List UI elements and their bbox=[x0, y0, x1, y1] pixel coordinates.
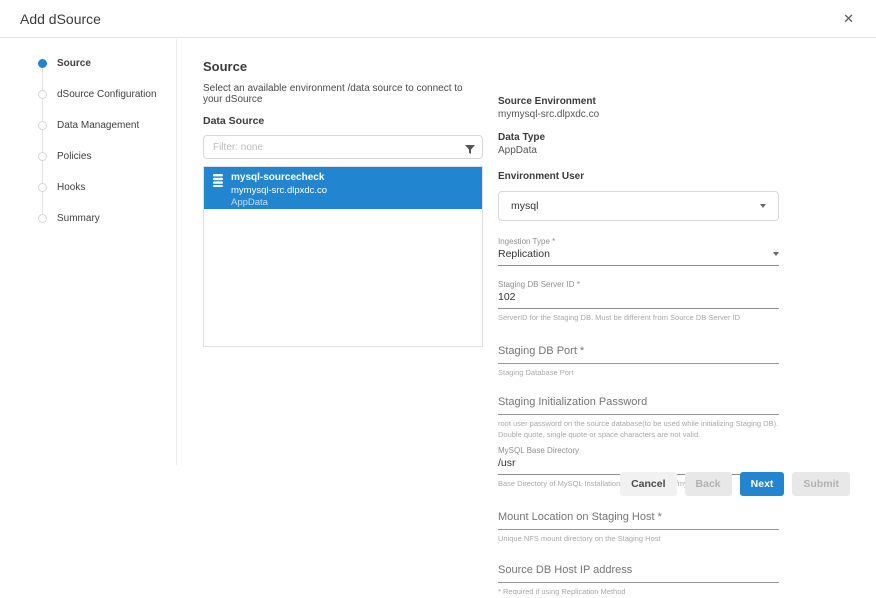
close-icon[interactable]: ✕ bbox=[843, 12, 854, 25]
environment-user-label: Environment User bbox=[498, 171, 585, 182]
step-summary[interactable]: Summary bbox=[0, 203, 176, 234]
step-hooks[interactable]: Hooks bbox=[0, 172, 176, 203]
footer-actions: Cancel Back Next Submit bbox=[620, 472, 850, 496]
step-dot-icon bbox=[38, 152, 47, 161]
mount-location-helper: Unique NFS mount directory on the Stagin… bbox=[498, 533, 661, 543]
staging-db-port-input[interactable]: Staging DB Port * bbox=[498, 345, 779, 364]
source-environment-info: Source Environment mymysql-src.dlpxdc.co bbox=[498, 96, 876, 120]
step-dsource-configuration[interactable]: dSource Configuration bbox=[0, 79, 176, 110]
source-details-panel: Source Environment mymysql-src.dlpxdc.co… bbox=[484, 39, 876, 596]
step-dot-icon bbox=[38, 121, 47, 130]
back-button[interactable]: Back bbox=[684, 472, 732, 496]
step-dot-icon bbox=[38, 183, 47, 192]
data-type-label: Data Type bbox=[498, 132, 546, 143]
staging-init-password-helper: root user password on the source databas… bbox=[498, 419, 779, 439]
ingestion-type-select[interactable]: Replication bbox=[498, 246, 779, 266]
source-environment-label: Source Environment bbox=[498, 96, 596, 107]
source-environment-value: mymysql-src.dlpxdc.co bbox=[498, 109, 600, 120]
staging-db-server-id-field: Staging DB Server ID * 102 ServerID for … bbox=[498, 280, 779, 324]
step-label: Policies bbox=[57, 151, 92, 162]
data-source-label: Data Source bbox=[203, 115, 265, 128]
filter-input[interactable] bbox=[203, 135, 483, 160]
data-source-environment: mymysql-src.dlpxdc.co bbox=[231, 185, 328, 197]
staging-init-password-input[interactable]: Staging Initialization Password bbox=[498, 396, 779, 415]
page-subtitle: Select an available environment /data so… bbox=[203, 83, 463, 106]
environment-user-value: mysql bbox=[511, 200, 539, 212]
staging-init-password-field: Staging Initialization Password root use… bbox=[498, 396, 779, 440]
data-source-type: AppData bbox=[231, 197, 268, 209]
dialog-body: Source dSource Configuration Data Manage… bbox=[0, 39, 876, 596]
submit-button[interactable]: Submit bbox=[792, 472, 850, 496]
data-source-name: mysql-sourcecheck bbox=[231, 172, 325, 184]
source-db-host-ip-field: Source DB Host IP address * Required if … bbox=[498, 564, 779, 598]
wizard-steps: Source dSource Configuration Data Manage… bbox=[0, 48, 176, 234]
mysql-base-directory-value: /usr bbox=[498, 457, 516, 469]
step-dot-icon bbox=[38, 59, 47, 68]
mysql-base-directory-label: MySQL Base Directory bbox=[498, 446, 580, 455]
data-type-info: Data Type AppData bbox=[498, 132, 876, 156]
filter-funnel-icon[interactable] bbox=[465, 142, 475, 160]
ingestion-type-label: Ingestion Type * bbox=[498, 237, 556, 246]
staging-db-server-id-helper: ServerID for the Staging DB. Must be dif… bbox=[498, 313, 741, 322]
dialog-header: Add dSource ✕ bbox=[0, 0, 876, 38]
chevron-down-icon bbox=[760, 204, 766, 208]
step-policies[interactable]: Policies bbox=[0, 141, 176, 172]
step-data-management[interactable]: Data Management bbox=[0, 110, 176, 141]
step-dot-icon bbox=[38, 214, 47, 223]
data-type-value: AppData bbox=[498, 145, 537, 156]
step-dot-icon bbox=[38, 90, 47, 99]
staging-db-port-field: Staging DB Port * Staging Database Port bbox=[498, 345, 779, 379]
source-selection-panel: Source Select an available environment /… bbox=[177, 39, 484, 500]
data-source-item-selected[interactable]: mysql-sourcecheck mymysql-src.dlpxdc.co … bbox=[204, 167, 482, 210]
data-source-list: mysql-sourcecheck mymysql-src.dlpxdc.co … bbox=[203, 166, 483, 348]
ingestion-type-field: Ingestion Type * Replication bbox=[498, 237, 779, 266]
staging-db-server-id-value: 102 bbox=[498, 291, 516, 303]
source-db-host-ip-input[interactable]: Source DB Host IP address bbox=[498, 564, 779, 583]
step-label: dSource Configuration bbox=[57, 89, 157, 100]
step-label: Source bbox=[57, 58, 91, 69]
staging-db-server-id-label: Staging DB Server ID * bbox=[498, 280, 580, 289]
database-icon bbox=[213, 174, 223, 192]
environment-user-field: Environment User mysql bbox=[498, 171, 876, 221]
staging-db-port-helper: Staging Database Port bbox=[498, 367, 574, 377]
filter-field bbox=[203, 135, 483, 160]
ingestion-type-value: Replication bbox=[498, 248, 550, 260]
staging-db-server-id-input[interactable]: 102 bbox=[498, 289, 779, 309]
plugin-fields: Ingestion Type * Replication Staging DB … bbox=[498, 237, 779, 598]
dialog-title: Add dSource bbox=[20, 10, 101, 27]
mount-location-field: Mount Location on Staging Host * Unique … bbox=[498, 511, 779, 545]
environment-user-select[interactable]: mysql bbox=[498, 191, 779, 221]
data-source-item-text: mysql-sourcecheck mymysql-src.dlpxdc.co … bbox=[231, 172, 327, 209]
wizard-sidebar: Source dSource Configuration Data Manage… bbox=[0, 39, 177, 465]
chevron-down-icon bbox=[773, 252, 779, 256]
page-title: Source bbox=[203, 59, 248, 74]
step-label: Summary bbox=[57, 213, 100, 224]
mount-location-input[interactable]: Mount Location on Staging Host * bbox=[498, 511, 779, 530]
step-label: Data Management bbox=[57, 120, 140, 131]
cancel-button[interactable]: Cancel bbox=[620, 472, 677, 496]
step-source[interactable]: Source bbox=[0, 48, 176, 79]
source-db-host-ip-helper: * Required if using Replication Method bbox=[498, 587, 626, 596]
next-button[interactable]: Next bbox=[739, 472, 785, 496]
step-label: Hooks bbox=[57, 182, 86, 193]
